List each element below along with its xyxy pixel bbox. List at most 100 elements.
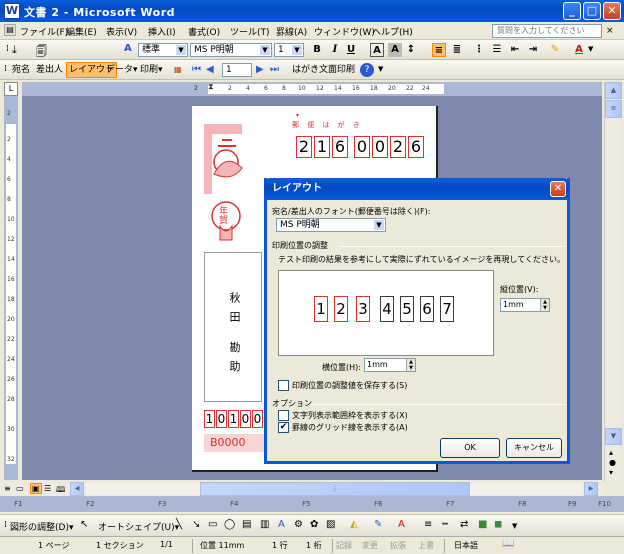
dialog-font-select[interactable]: MS P明朝 ▼ xyxy=(276,218,386,232)
autoshape-menu-button[interactable]: オートシェイプ(U)▾ xyxy=(98,520,179,533)
sender-digit[interactable]: 0 xyxy=(216,410,227,428)
style-select[interactable]: 標準 ▼ xyxy=(138,43,188,57)
font-size-select[interactable]: 1 ▼ xyxy=(274,43,304,57)
chevron-down-icon[interactable]: ▼ xyxy=(588,45,593,53)
show-frame-label[interactable]: 文字列表示範囲枠を表示する(X) xyxy=(292,410,408,421)
next-record-icon[interactable]: ▶ xyxy=(256,64,264,75)
menu-tools[interactable]: ツール(T) xyxy=(230,25,270,38)
hscroll-thumb[interactable]: ⋮ xyxy=(200,482,470,496)
horizontal-ruler[interactable]: 2 ⧗ 2 4 6 8 10 12 14 16 18 20 22 24 xyxy=(22,82,602,96)
spelling-status-icon[interactable]: 📖 xyxy=(502,538,514,549)
decrease-indent-icon[interactable]: ⇤ xyxy=(508,43,522,57)
shadow-icon[interactable]: ■ xyxy=(478,519,487,530)
hagaki-icon[interactable]: ▦ xyxy=(172,62,184,78)
status-rec[interactable]: 記録 xyxy=(336,540,352,551)
select-objects-icon[interactable]: ↖ xyxy=(80,519,88,530)
prev-record-icon[interactable]: ◀ xyxy=(206,64,214,75)
draw-font-color-icon[interactable]: A xyxy=(398,519,405,530)
web-view-icon[interactable]: ▭ xyxy=(16,484,24,493)
menu-window[interactable]: ウィンドウ(W) xyxy=(314,25,375,38)
close-button[interactable]: ✕ xyxy=(603,2,621,20)
menu-help[interactable]: ヘルプ(H) xyxy=(372,25,413,38)
increase-indent-icon[interactable]: ⇥ xyxy=(526,43,540,57)
postal-digit[interactable]: 6 xyxy=(332,136,348,158)
sender-button[interactable]: 差出人 xyxy=(34,62,65,78)
menu-edit[interactable]: 編集(E) xyxy=(66,25,97,38)
cancel-button[interactable]: キャンセル xyxy=(506,438,562,458)
oval-icon[interactable]: ◯ xyxy=(224,519,235,530)
vertical-ruler[interactable]: 2 2 4 6 8 10 12 14 16 18 20 22 24 26 28 … xyxy=(4,96,18,480)
vertical-position-input[interactable]: 1mm ▲ ▼ xyxy=(500,298,550,312)
sender-digit[interactable]: 1 xyxy=(204,410,215,428)
help-icon[interactable]: ? xyxy=(360,63,374,77)
highlight-icon[interactable]: ✎ xyxy=(548,43,562,57)
minimize-button[interactable]: _ xyxy=(563,2,581,20)
status-ovr[interactable]: 上書 xyxy=(418,540,434,551)
postal-digit[interactable]: 2 xyxy=(296,136,312,158)
doc-menu-icon[interactable]: ▤ xyxy=(4,24,16,36)
fkey-f2[interactable]: F2 xyxy=(86,500,94,508)
status-ext[interactable]: 拡張 xyxy=(390,540,406,551)
fkey-f4[interactable]: F4 xyxy=(230,500,238,508)
numbering-icon[interactable]: ⋮ xyxy=(472,43,486,57)
menu-table[interactable]: 罫線(A) xyxy=(276,25,307,38)
status-trk[interactable]: 変更 xyxy=(362,540,378,551)
line-icon[interactable]: ╲ xyxy=(176,519,182,530)
fkey-f9[interactable]: F9 xyxy=(568,500,576,508)
print-layout-icon[interactable]: ▣ xyxy=(30,483,42,494)
menu-format[interactable]: 書式(O) xyxy=(188,25,220,38)
chevron-down-icon[interactable]: ▼ xyxy=(378,65,383,73)
postal-digit[interactable]: 1 xyxy=(314,136,330,158)
save-adjust-label[interactable]: 印刷位置の調整値を保存する(S) xyxy=(292,380,407,391)
recipient-name[interactable]: 秋田 勘助 xyxy=(226,292,242,402)
save-adjust-checkbox[interactable] xyxy=(278,380,289,391)
diagram-icon[interactable]: ⚙ xyxy=(294,519,303,530)
line-style-icon[interactable]: ≡ xyxy=(424,519,432,530)
char-border-icon[interactable]: A xyxy=(370,43,384,57)
vertical-textbox-icon[interactable]: ▥ xyxy=(260,519,269,530)
menu-view[interactable]: 表示(V) xyxy=(106,25,137,38)
barcode-area[interactable]: B0000 xyxy=(204,434,264,452)
menu-file[interactable]: ファイル(F) xyxy=(20,25,68,38)
next-page-icon[interactable]: ▾ xyxy=(609,468,613,477)
scroll-left-icon[interactable]: ◀ xyxy=(70,482,84,496)
fkey-f6[interactable]: F6 xyxy=(374,500,382,508)
menu-close-doc-icon[interactable]: × xyxy=(606,26,614,36)
bullets-icon[interactable]: ☰ xyxy=(490,43,504,57)
textbox-icon[interactable]: ▤ xyxy=(242,519,251,530)
sender-digit[interactable]: 0 xyxy=(252,410,263,428)
dash-style-icon[interactable]: ┅ xyxy=(442,519,448,530)
scroll-thumb[interactable]: ≡ xyxy=(605,100,622,118)
fkey-f10[interactable]: F10 xyxy=(598,500,611,508)
font-color-button[interactable]: A xyxy=(572,43,586,57)
scroll-right-icon[interactable]: ▶ xyxy=(584,482,598,496)
horizontal-scrollbar[interactable]: ≡ ▭ ▣ ☰ 🕮 ◀ ⋮ ▶ xyxy=(0,482,604,496)
bold-button[interactable]: B xyxy=(310,43,324,57)
data-button[interactable]: データ▾ xyxy=(104,62,140,78)
draw-menu-button[interactable]: 図形の調整(D)▾ xyxy=(10,520,73,533)
postal-digit[interactable]: 2 xyxy=(390,136,406,158)
picture-icon[interactable]: ▨ xyxy=(326,519,335,530)
word-app-icon[interactable]: W xyxy=(4,3,20,19)
spinner-icon[interactable]: ▲ ▼ xyxy=(406,359,415,371)
browse-object-icon[interactable]: ● xyxy=(609,458,616,467)
fkey-f1[interactable]: F1 xyxy=(14,500,22,508)
hagaki-print-button[interactable]: はがき文面印刷 xyxy=(290,62,357,78)
scroll-down-icon[interactable]: ▼ xyxy=(605,428,622,445)
outline-icon[interactable]: ⤓ xyxy=(12,43,17,57)
tab-selector-icon[interactable]: L xyxy=(4,82,18,96)
menu-insert[interactable]: 挿入(I) xyxy=(148,25,176,38)
show-grid-label[interactable]: 罫線のグリッド線を表示する(A) xyxy=(292,422,408,433)
scroll-up-icon[interactable]: ▲ xyxy=(605,82,622,99)
recipient-button[interactable]: 宛名 xyxy=(10,62,32,78)
outline-view-icon[interactable]: ☰ xyxy=(44,484,51,493)
align-justify-button[interactable]: ≡ xyxy=(432,43,446,57)
indent-marker-icon[interactable]: ⧗ xyxy=(208,82,214,92)
show-grid-checkbox[interactable]: ✔ xyxy=(278,422,289,433)
char-scale-icon[interactable]: ↕ xyxy=(404,43,418,57)
postal-digit[interactable]: 0 xyxy=(372,136,388,158)
fkey-f8[interactable]: F8 xyxy=(518,500,526,508)
chevron-down-icon[interactable]: ▼ xyxy=(512,522,517,530)
postal-digit[interactable]: 6 xyxy=(408,136,424,158)
fkey-f7[interactable]: F7 xyxy=(446,500,454,508)
